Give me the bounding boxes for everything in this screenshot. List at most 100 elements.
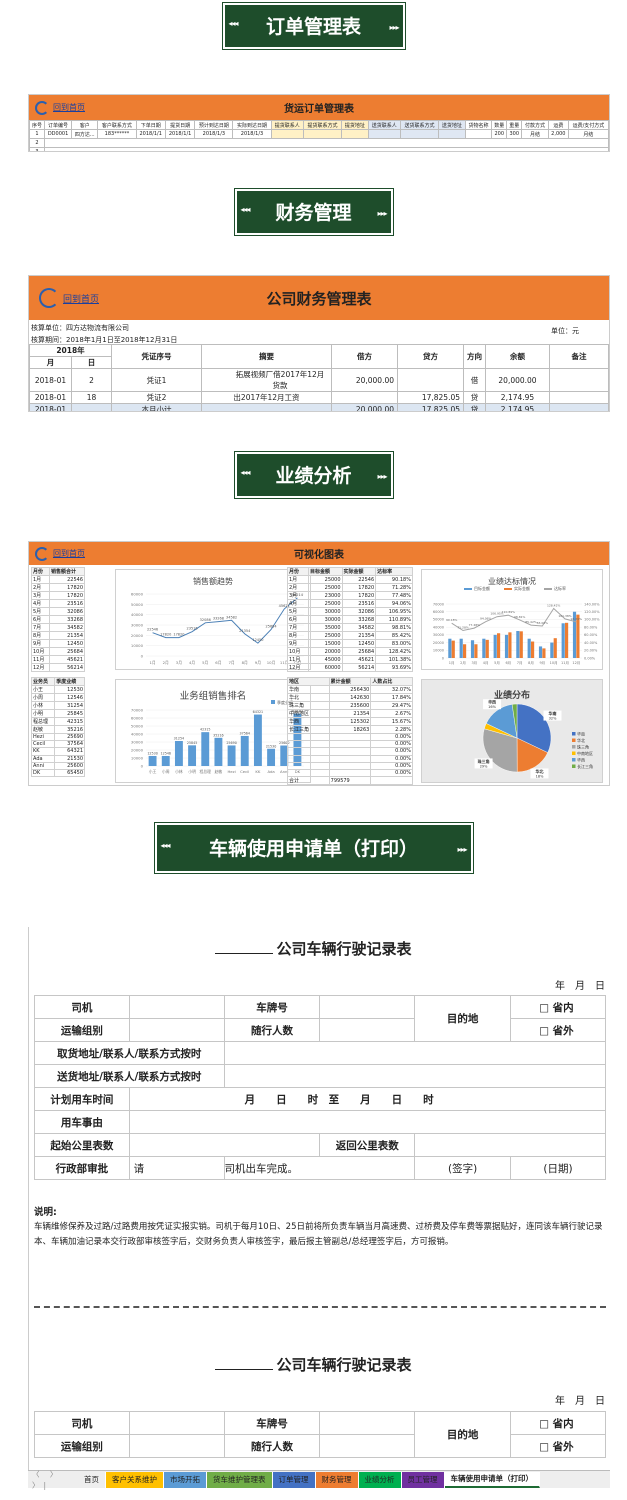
data-label: 98.81% bbox=[514, 615, 526, 619]
out-province-checkbox[interactable]: □ 省外 bbox=[510, 1018, 606, 1042]
table-row[interactable]: 小周 12546 bbox=[30, 693, 85, 702]
start-km-input[interactable] bbox=[128, 1133, 321, 1157]
table-row[interactable]: 小明 25845 bbox=[30, 709, 85, 718]
table-row[interactable]: 2018-01 本月小计 20,000.00 17,825.05 贷 2,174.95 bbox=[29, 403, 609, 411]
table-row[interactable]: 12月 60000 56214 93.69% bbox=[287, 663, 413, 672]
transport-group-input[interactable] bbox=[128, 1018, 225, 1042]
table-row[interactable]: 5月 32086 bbox=[31, 607, 86, 616]
table-row[interactable]: 华北 142630 17.84% bbox=[287, 693, 413, 702]
pickup-input[interactable] bbox=[223, 1041, 607, 1065]
out-province-checkbox[interactable]: □ 省外 bbox=[510, 1434, 606, 1458]
sheet-tab[interactable]: 订单管理 bbox=[272, 1471, 316, 1488]
table-row[interactable]: 8月 25000 21354 85.42% bbox=[287, 631, 413, 640]
plate-input[interactable] bbox=[319, 1411, 416, 1435]
home-link[interactable]: 回到首页 bbox=[39, 288, 99, 308]
sheet-tab[interactable]: 客户关系维护 bbox=[106, 1471, 164, 1488]
sheet-tab[interactable]: 首页 bbox=[78, 1471, 106, 1488]
y-tick-label: 50000 bbox=[433, 618, 444, 622]
table-row[interactable]: 9月 15000 12450 83.00% bbox=[287, 639, 413, 648]
home-link[interactable]: 回到首页 bbox=[35, 546, 85, 561]
table-row[interactable]: Ada 21530 bbox=[30, 754, 85, 763]
tab-nav-arrows[interactable]: 〈 〉 〉| bbox=[28, 1469, 78, 1491]
return-km-input[interactable] bbox=[414, 1133, 606, 1157]
table-row[interactable]: 8月 21354 bbox=[31, 631, 86, 640]
table-row[interactable]: 2月 25000 17820 71.28% bbox=[287, 583, 413, 592]
table-row[interactable]: 0.00% bbox=[287, 761, 413, 770]
table-row[interactable]: 小王 12530 bbox=[30, 685, 85, 694]
planned-time-input[interactable]: 月 日 时 至 月 日 时 bbox=[128, 1087, 607, 1111]
in-province-checkbox[interactable]: □ 省内 bbox=[510, 1411, 606, 1435]
table-row[interactable]: DK 65450 bbox=[30, 768, 85, 778]
table-row[interactable]: 0.00% bbox=[287, 768, 413, 778]
sheet-tab[interactable]: 市场开拓 bbox=[164, 1471, 207, 1488]
table-row[interactable]: 程总理 42315 bbox=[30, 717, 85, 726]
sheet-tab[interactable]: 车辆使用申请单（打印） bbox=[444, 1471, 540, 1488]
table-row[interactable]: 4月 23516 bbox=[31, 599, 86, 608]
delivery-input[interactable] bbox=[223, 1064, 607, 1088]
table-row[interactable]: 9月 12450 bbox=[31, 639, 86, 648]
table-row[interactable]: 赵敏 35216 bbox=[30, 725, 85, 734]
table-row[interactable]: 0.00% bbox=[287, 740, 413, 749]
data-label: 35216 bbox=[213, 733, 224, 737]
table-row[interactable]: 3月 17820 bbox=[31, 591, 86, 600]
table-row[interactable]: 小林 31254 bbox=[30, 701, 85, 710]
table-cell bbox=[367, 129, 401, 139]
driver-input[interactable] bbox=[128, 995, 225, 1019]
table-row[interactable]: 长江三角 18263 2.28% bbox=[287, 725, 413, 734]
signature-field[interactable]: (签字) bbox=[414, 1156, 512, 1180]
table-row[interactable]: 5月 30000 32086 106.95% bbox=[287, 607, 413, 616]
table-row[interactable]: 0.00% bbox=[287, 754, 413, 763]
y-tick-label: 0 bbox=[141, 654, 144, 659]
table-row[interactable]: Hezi 25690 bbox=[30, 732, 85, 742]
bar-target bbox=[482, 638, 486, 658]
sheet-tab[interactable]: 员工管理 bbox=[401, 1471, 445, 1488]
table-cell: 2 bbox=[71, 368, 112, 392]
table-row[interactable]: 11月 45000 45621 101.38% bbox=[287, 655, 413, 664]
reason-input[interactable] bbox=[128, 1110, 607, 1134]
table-row[interactable]: 珠三角 235600 29.47% bbox=[287, 701, 413, 710]
table-row[interactable]: 7月 35000 34582 98.81% bbox=[287, 623, 413, 632]
table-row[interactable]: 6月 33268 bbox=[31, 615, 86, 624]
driver-input[interactable] bbox=[128, 1411, 225, 1435]
table-row[interactable]: 1 DD0001 四方达... 183****** 2018/1/1 2018/1/1 20… bbox=[29, 129, 609, 139]
table-row[interactable]: 1月 22546 bbox=[31, 575, 86, 584]
plate-input[interactable] bbox=[319, 995, 416, 1019]
sheet-tab[interactable]: 货车维护管理表 bbox=[207, 1471, 273, 1488]
passengers-input[interactable] bbox=[319, 1434, 416, 1458]
table-row[interactable]: 4月 25000 23516 94.06% bbox=[287, 599, 413, 608]
transport-group-input[interactable] bbox=[128, 1434, 225, 1458]
table-row[interactable]: 12月 56214 bbox=[31, 663, 86, 672]
passengers-input[interactable] bbox=[319, 1018, 416, 1042]
table-row[interactable]: 3 bbox=[29, 147, 609, 151]
table-row[interactable]: 中南地区 21354 2.67% bbox=[287, 709, 413, 718]
table-row[interactable]: 11月 45621 bbox=[31, 655, 86, 664]
table-row[interactable]: Anni 25600 bbox=[30, 761, 85, 770]
table-row[interactable]: 华南 256430 32.07% bbox=[287, 685, 413, 694]
table-row[interactable]: KK 64321 bbox=[30, 747, 85, 756]
table-cell: 华南 bbox=[287, 685, 330, 694]
sheet-tab[interactable]: 业绩分析 bbox=[358, 1471, 402, 1488]
sheet-tab[interactable]: 财务管理 bbox=[315, 1471, 359, 1488]
table-row[interactable]: 6月 30000 33268 110.89% bbox=[287, 615, 413, 624]
table-row[interactable]: 3月 23000 17820 77.48% bbox=[287, 591, 413, 600]
table-row[interactable]: 1月 25000 22546 90.18% bbox=[287, 575, 413, 584]
table-row[interactable]: 10月 25684 bbox=[31, 647, 86, 656]
y-tick-label: 30000 bbox=[433, 633, 444, 637]
table-row[interactable]: 2 bbox=[29, 138, 609, 148]
table-row[interactable]: 2月 17820 bbox=[31, 583, 86, 592]
table-cell: 珠三角 bbox=[287, 701, 330, 710]
home-link[interactable]: 回到首页 bbox=[35, 100, 85, 115]
table-row[interactable]: 0.00% bbox=[287, 732, 413, 742]
table-row[interactable]: 2018-01 18 凭证2 出2017年12月工资 17,825.05 贷 2,174.9… bbox=[29, 391, 609, 404]
table-row[interactable]: Cecil 37564 bbox=[30, 740, 85, 749]
in-province-checkbox[interactable]: □ 省内 bbox=[510, 995, 606, 1019]
date-field[interactable]: (日期) bbox=[510, 1156, 606, 1180]
table-row[interactable]: 0.00% bbox=[287, 747, 413, 756]
table-row[interactable]: 7月 34582 bbox=[31, 623, 86, 632]
x-tick-label: 7月 bbox=[517, 660, 523, 665]
table-row[interactable]: 10月 20000 25684 128.42% bbox=[287, 647, 413, 656]
table-cell: 23516 bbox=[341, 599, 377, 608]
table-total-row[interactable]: 合计 799579 bbox=[287, 776, 413, 785]
table-row[interactable]: 2018-01 2 凭证1 拓展视频厂借2017年12月货款 20,000.00 借 20,… bbox=[29, 368, 609, 392]
table-row[interactable]: 华西 125302 15.67% bbox=[287, 717, 413, 726]
